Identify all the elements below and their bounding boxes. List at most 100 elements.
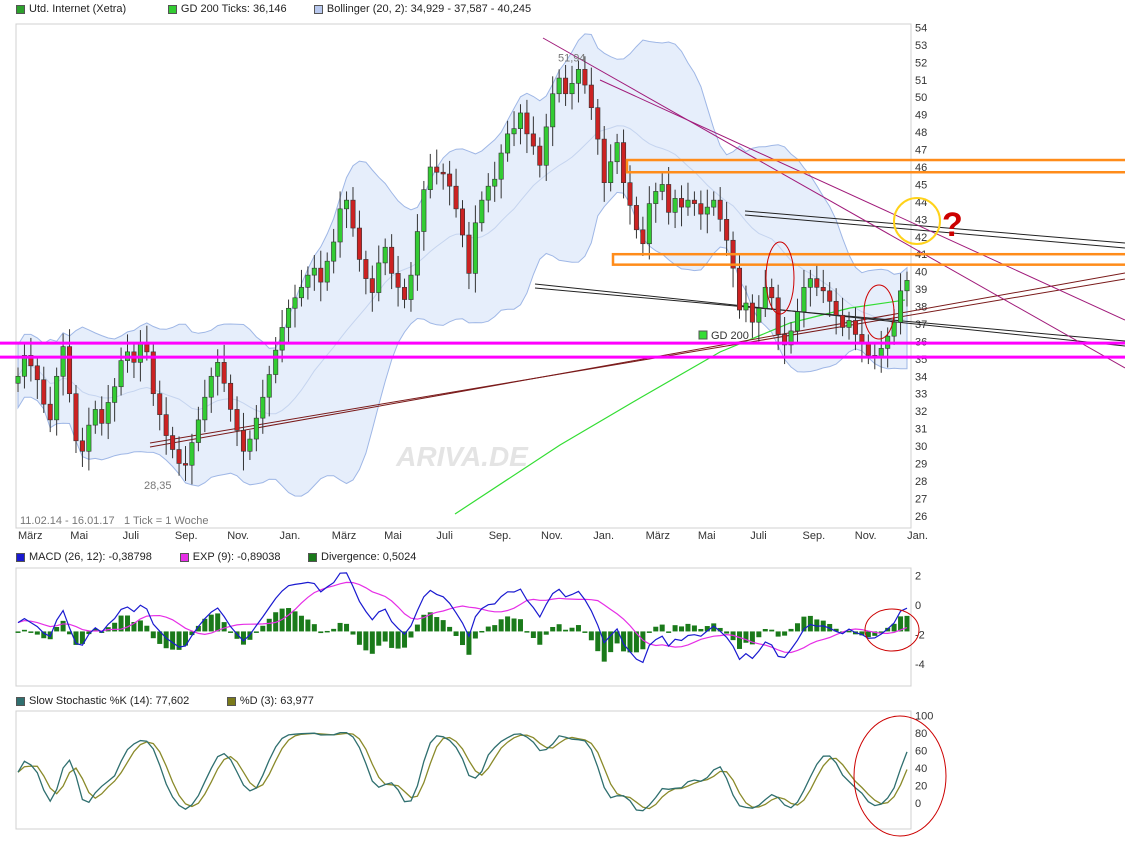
divergence-bar xyxy=(460,631,465,646)
divergence-bar xyxy=(376,631,382,646)
candle-body xyxy=(679,198,685,208)
candle-body xyxy=(749,302,755,323)
candle-body xyxy=(189,442,195,466)
price-y-tick: 30 xyxy=(915,441,927,453)
price-y-tick: 52 xyxy=(915,57,927,69)
footer-range: 11.02.14 - 16.01.17 xyxy=(20,515,115,527)
divergence-bar xyxy=(511,618,517,632)
candle-body xyxy=(608,161,614,183)
macd-y-tick: -4 xyxy=(915,659,925,671)
divergence-bar xyxy=(21,629,27,632)
divergence-bar xyxy=(260,625,266,632)
candle-body xyxy=(492,178,498,187)
divergence-bar xyxy=(472,631,478,639)
divergence-bar xyxy=(137,620,143,632)
candle-body xyxy=(421,189,427,232)
candle-body xyxy=(286,307,292,328)
divergence-bar xyxy=(240,631,246,645)
candle-body xyxy=(92,409,98,426)
candle-body xyxy=(704,206,710,215)
divergence-bar xyxy=(679,626,685,632)
candle-body xyxy=(427,166,433,190)
footer-tick: 1 Tick = 1 Woche xyxy=(124,515,208,527)
candle-body xyxy=(614,142,620,163)
divergence-bar xyxy=(324,630,330,633)
candle-body xyxy=(659,184,665,192)
candle-body xyxy=(112,386,118,403)
candle-body xyxy=(395,273,401,288)
divergence-bar xyxy=(698,628,704,632)
price-y-tick: 51 xyxy=(915,75,927,87)
candle-body xyxy=(820,287,826,292)
candle-body xyxy=(737,267,743,311)
x-tick-label: Juli xyxy=(123,530,140,542)
candle-body xyxy=(15,375,21,384)
x-tick-label: Jan. xyxy=(280,530,301,542)
divergence-bar xyxy=(691,625,697,632)
divergence-bar xyxy=(543,631,549,635)
candle-body xyxy=(414,231,420,276)
candle-body xyxy=(466,234,472,274)
divergence-bar xyxy=(28,631,34,633)
divergence-bar xyxy=(743,631,749,643)
candle-body xyxy=(253,417,259,440)
price-y-tick: 38 xyxy=(915,302,927,314)
divergence-bar xyxy=(125,615,131,632)
candle-body xyxy=(137,342,143,363)
chart-canvas: 2627282930313233343536373839404142434445… xyxy=(0,22,1125,837)
candle-body xyxy=(588,84,594,109)
candle-body xyxy=(601,138,607,183)
price-annotation: 51,94 xyxy=(558,52,586,64)
price-y-tick: 34 xyxy=(915,371,927,383)
divergence-bar xyxy=(672,625,678,632)
divergence-bar xyxy=(170,631,176,650)
divergence-bar xyxy=(569,627,575,632)
candle-body xyxy=(170,435,176,450)
candle-body xyxy=(485,185,491,201)
price-y-tick: 53 xyxy=(915,40,927,52)
question-mark: ? xyxy=(942,206,963,244)
divergence-bar xyxy=(807,615,813,632)
candle-body xyxy=(505,133,511,154)
divergence-bar xyxy=(15,631,21,633)
candle-body xyxy=(621,142,627,183)
candle-body xyxy=(382,246,388,264)
x-tick-label: Nov. xyxy=(541,530,563,542)
divergence-bar xyxy=(775,631,781,637)
candle-body xyxy=(41,379,47,405)
candle-body xyxy=(794,311,800,332)
price-y-tick: 48 xyxy=(915,127,927,139)
divergence-bar xyxy=(530,631,536,638)
divergence-bar xyxy=(666,631,672,633)
candle-body xyxy=(556,77,562,95)
price-y-tick: 28 xyxy=(915,476,927,488)
watermark: ARIVA.DE xyxy=(395,441,529,472)
candle-body xyxy=(459,208,465,236)
candle-body xyxy=(627,182,633,206)
price-y-tick: 29 xyxy=(915,458,927,470)
candle-body xyxy=(389,246,395,274)
candle-body xyxy=(537,145,543,166)
x-tick-label: Nov. xyxy=(855,530,877,542)
divergence-bar xyxy=(550,626,556,632)
candle-body xyxy=(305,274,311,288)
candle-body xyxy=(215,362,221,377)
candle-body xyxy=(646,203,652,245)
divergence-bar xyxy=(601,631,607,662)
candle-body xyxy=(563,77,569,95)
candle-body xyxy=(814,278,820,288)
candle-body xyxy=(472,222,478,274)
divergence-bar xyxy=(505,616,511,632)
divergence-bar xyxy=(517,619,523,632)
candle-body xyxy=(479,199,485,224)
x-tick-label: Juli xyxy=(436,530,453,542)
divergence-bar xyxy=(350,631,356,635)
divergence-bar xyxy=(653,626,659,632)
candle-body xyxy=(691,199,697,204)
divergence-bar xyxy=(646,631,652,633)
divergence-bar xyxy=(485,626,491,632)
divergence-bar xyxy=(221,622,227,632)
gd200-label: GD 200 xyxy=(711,330,749,342)
candle-body xyxy=(408,274,414,300)
divergence-bar xyxy=(447,626,453,632)
